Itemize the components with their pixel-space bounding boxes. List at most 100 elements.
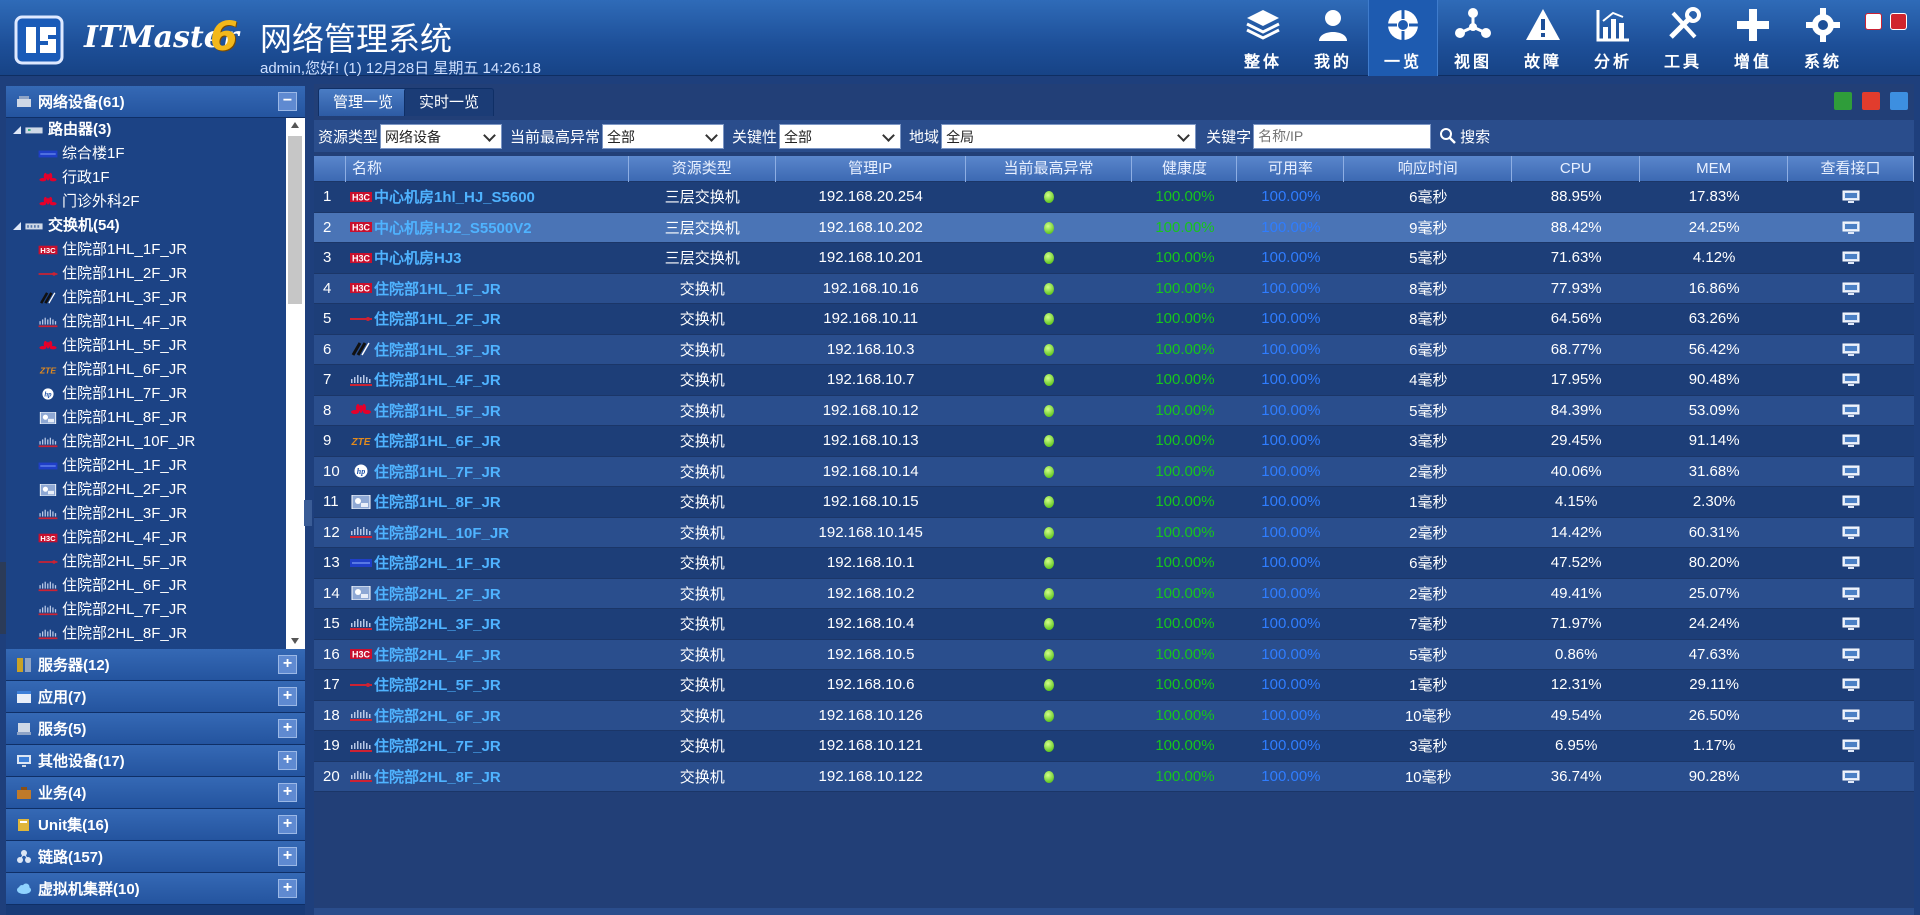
device-name-link[interactable]: 住院部2HL_10F_JR [346, 522, 629, 543]
column-header-mem[interactable]: MEM [1640, 155, 1789, 182]
table-row[interactable]: 3 H3C 中心机房HJ3 三层交换机 192.168.10.201 100.00… [314, 243, 1914, 274]
column-header-ip[interactable]: 管理IP [776, 155, 966, 182]
sidebar-collapse-handle[interactable] [304, 500, 312, 526]
device-name-link[interactable]: 住院部1HL_3F_JR [346, 339, 629, 360]
tree-node[interactable]: 住院部1HL_4F_JR [38, 310, 187, 334]
tree-node[interactable]: 住院部1HL_3F_JR [38, 286, 187, 310]
nav-tools[interactable]: 工具 [1648, 0, 1718, 76]
region-select[interactable]: 全局 [941, 123, 1197, 149]
tree-node[interactable]: 住院部2HL_5F_JR [38, 550, 187, 574]
view-interface-button[interactable] [1788, 646, 1914, 663]
table-row[interactable]: 9 ZTE 住院部1HL_6F_JR 交换机 192.168.10.13 100.… [314, 426, 1914, 457]
device-name-link[interactable]: H3C 中心机房HJ2_S5500V2 [346, 217, 629, 238]
sidebar-section[interactable]: 应用(7) + [6, 681, 305, 713]
device-name-link[interactable]: 住院部2HL_5F_JR [346, 674, 629, 695]
tab-realtime-overview[interactable]: 实时一览 [404, 88, 495, 116]
tree-node[interactable]: 住院部2HL_1F_JR [38, 454, 187, 478]
column-header-alarm[interactable]: 当前最高异常 [966, 155, 1133, 182]
table-row[interactable]: 5 住院部1HL_2F_JR 交换机 192.168.10.11 100.00%… [314, 304, 1914, 335]
table-row[interactable]: 19 住院部2HL_7F_JR 交换机 192.168.10.121 100.0… [314, 731, 1914, 762]
column-header-name[interactable]: 名称 [346, 155, 629, 182]
table-row[interactable]: 1 H3C 中心机房1hl_HJ_S5600 三层交换机 192.168.20.2… [314, 182, 1914, 213]
tree-node[interactable]: hp 住院部1HL_7F_JR [38, 382, 187, 406]
device-name-link[interactable]: ZTE 住院部1HL_6F_JR [346, 430, 629, 451]
scroll-up-icon[interactable] [291, 122, 299, 128]
device-name-link[interactable]: H3C 住院部2HL_4F_JR [346, 644, 629, 665]
view-interface-button[interactable] [1788, 737, 1914, 754]
table-row[interactable]: 13 住院部2HL_1F_JR 交换机 192.168.10.1 100.00%… [314, 548, 1914, 579]
table-row[interactable]: 8 住院部1HL_5F_JR 交换机 192.168.10.12 100.00%… [314, 395, 1914, 426]
expand-arrow-icon[interactable] [12, 125, 22, 135]
expand-button[interactable]: + [278, 879, 297, 898]
tree-node[interactable]: ZTE 住院部1HL_6F_JR [38, 358, 187, 382]
column-header-port[interactable]: 查看接口 [1788, 155, 1914, 182]
tree-node[interactable]: 门诊外科2F [38, 190, 140, 214]
view-interface-button[interactable] [1788, 676, 1914, 693]
device-name-link[interactable]: H3C 中心机房1hl_HJ_S5600 [346, 186, 629, 207]
column-header-response[interactable]: 响应时间 [1344, 155, 1513, 182]
nav-value-added[interactable]: 增值 [1718, 0, 1788, 76]
tree-node[interactable]: 住院部1HL_5F_JR [38, 334, 187, 358]
device-name-link[interactable]: 住院部2HL_7F_JR [346, 735, 629, 756]
sidebar-section[interactable]: 其他设备(17) + [6, 745, 305, 777]
table-row[interactable]: 15 住院部2HL_3F_JR 交换机 192.168.10.4 100.00%… [314, 609, 1914, 640]
tree-node[interactable]: 住院部2HL_3F_JR [38, 502, 187, 526]
view-interface-button[interactable] [1788, 524, 1914, 541]
view-interface-button[interactable] [1788, 463, 1914, 480]
expand-button[interactable]: + [278, 847, 297, 866]
tree-node[interactable]: 住院部2HL_7F_JR [38, 598, 187, 622]
sidebar-section[interactable]: 服务(5) + [6, 713, 305, 745]
expand-button[interactable]: + [278, 783, 297, 802]
device-name-link[interactable]: 住院部1HL_2F_JR [346, 308, 629, 329]
max-alarm-select[interactable]: 全部 [602, 123, 725, 149]
table-row[interactable]: 16 H3C 住院部2HL_4F_JR 交换机 192.168.10.5 100.… [314, 639, 1914, 670]
expand-button[interactable]: + [278, 687, 297, 706]
view-interface-button[interactable] [1788, 615, 1914, 632]
column-header-availability[interactable]: 可用率 [1237, 155, 1345, 182]
table-row[interactable]: 12 住院部2HL_10F_JR 交换机 192.168.10.145 100.… [314, 517, 1914, 548]
close-button[interactable] [1890, 13, 1907, 30]
pdf-export-icon[interactable] [1862, 92, 1880, 110]
criticality-select[interactable]: 全部 [779, 123, 902, 149]
scroll-thumb[interactable] [288, 136, 302, 304]
tree-node[interactable]: 住院部2HL_8F_JR [38, 622, 187, 646]
sidebar-section[interactable]: 虚拟机集群(10) + [6, 873, 305, 905]
minimize-button[interactable] [1865, 13, 1882, 30]
nav-overall[interactable]: 整体 [1228, 0, 1298, 76]
view-interface-button[interactable] [1788, 768, 1914, 785]
view-interface-button[interactable] [1788, 280, 1914, 297]
tree-node[interactable]: 综合楼1F [38, 142, 125, 166]
device-name-link[interactable]: H3C 住院部1HL_1F_JR [346, 278, 629, 299]
table-row[interactable]: 20 住院部2HL_8F_JR 交换机 192.168.10.122 100.0… [314, 761, 1914, 792]
table-row[interactable]: 18 住院部2HL_6F_JR 交换机 192.168.10.126 100.0… [314, 700, 1914, 731]
tree-scrollbar[interactable] [286, 118, 305, 649]
expand-button[interactable]: + [278, 719, 297, 738]
tree-node[interactable]: 住院部1HL_2F_JR [38, 262, 187, 286]
device-name-link[interactable]: 住院部2HL_2F_JR [346, 583, 629, 604]
tree-node[interactable]: 住院部2HL_2F_JR [38, 478, 187, 502]
table-row[interactable]: 17 住院部2HL_5F_JR 交换机 192.168.10.6 100.00%… [314, 670, 1914, 701]
sidebar-section[interactable]: 服务器(12) + [6, 649, 305, 681]
column-header-health[interactable]: 健康度 [1132, 155, 1238, 182]
device-name-link[interactable]: 住院部2HL_3F_JR [346, 613, 629, 634]
view-interface-button[interactable] [1788, 554, 1914, 571]
tree-node[interactable]: 住院部1HL_8F_JR [38, 406, 187, 430]
view-interface-button[interactable] [1788, 402, 1914, 419]
table-row[interactable]: 11 住院部1HL_8F_JR 交换机 192.168.10.15 100.00… [314, 487, 1914, 518]
table-row[interactable]: 10 hp 住院部1HL_7F_JR 交换机 192.168.10.14 100.… [314, 456, 1914, 487]
view-interface-button[interactable] [1788, 585, 1914, 602]
device-name-link[interactable]: H3C 中心机房HJ3 [346, 247, 629, 268]
expand-button[interactable]: + [278, 655, 297, 674]
search-button[interactable]: 搜索 [1439, 126, 1490, 147]
table-row[interactable]: 7 住院部1HL_4F_JR 交换机 192.168.10.7 100.00% … [314, 365, 1914, 396]
nav-view[interactable]: 视图 [1438, 0, 1508, 76]
tree-node[interactable]: 住院部2HL_10F_JR [38, 430, 195, 454]
device-name-link[interactable]: 住院部1HL_5F_JR [346, 400, 629, 421]
sidebar-section[interactable]: 链路(157) + [6, 841, 305, 873]
column-header-cpu[interactable]: CPU [1512, 155, 1641, 182]
view-interface-button[interactable] [1788, 310, 1914, 327]
keyword-input[interactable] [1253, 123, 1432, 149]
view-interface-button[interactable] [1788, 341, 1914, 358]
tree-node[interactable]: 行政1F [38, 166, 110, 190]
view-interface-button[interactable] [1788, 371, 1914, 388]
